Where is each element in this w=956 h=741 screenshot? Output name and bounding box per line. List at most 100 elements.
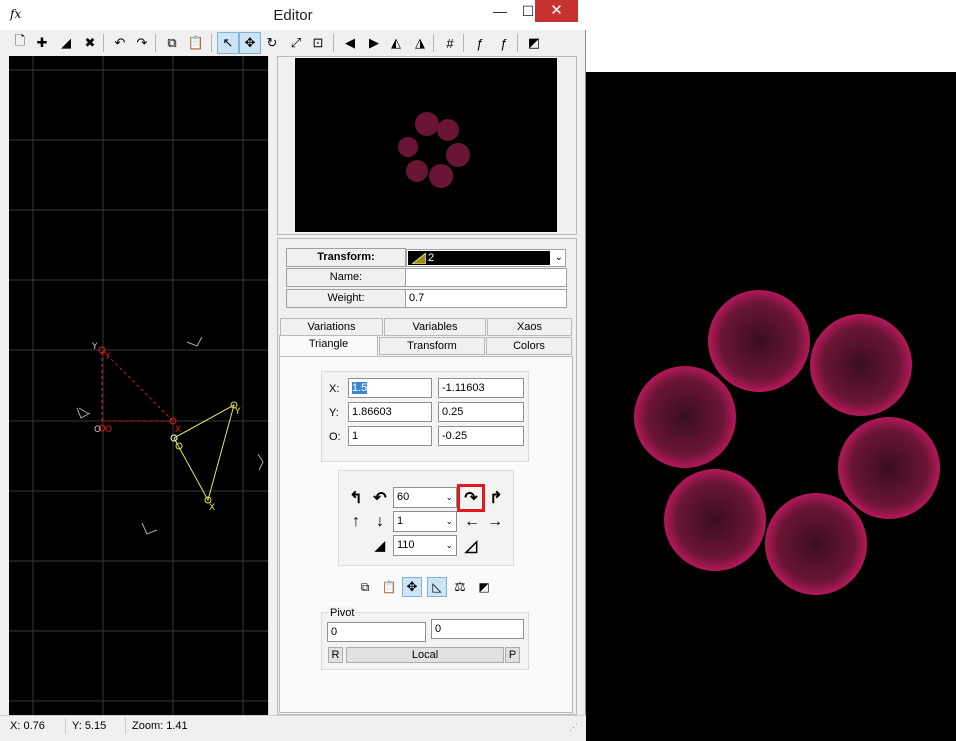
- toolbar-separator: [155, 34, 156, 52]
- triangle-icon: [412, 253, 426, 264]
- transform-select[interactable]: 2 ⌄: [406, 249, 566, 267]
- toolbar-separator: [333, 34, 334, 52]
- rotate-mode-icon[interactable]: ↻: [261, 32, 283, 54]
- flip-right-icon[interactable]: ▶: [363, 32, 385, 54]
- move-left-icon[interactable]: ←: [462, 512, 482, 532]
- transform-triangle-red: [98, 346, 177, 432]
- transform-label: Transform:: [286, 248, 406, 267]
- move-step-select[interactable]: 1 ⌄: [393, 511, 457, 532]
- x-field-b[interactable]: -1.11603: [438, 378, 524, 398]
- toolbar-separator: [517, 34, 518, 52]
- status-zoom: Zoom: 1.41: [132, 720, 188, 732]
- tab-triangle[interactable]: Triangle: [279, 335, 378, 356]
- final-transform-icon[interactable]: ƒ: [469, 32, 491, 54]
- post-transform-icon[interactable]: ◩: [523, 32, 545, 54]
- scale-percent-select[interactable]: 110 ⌄: [393, 535, 457, 556]
- flame-circle: [634, 366, 736, 468]
- toolbar-separator: [211, 34, 212, 52]
- tab-transform[interactable]: Transform: [379, 337, 485, 355]
- weight-field[interactable]: 0.7: [405, 289, 567, 308]
- transform-value: 2: [428, 252, 435, 264]
- paste-icon[interactable]: 📋: [185, 32, 207, 54]
- svg-text:X: X: [209, 503, 215, 513]
- o-label: O:: [329, 431, 341, 443]
- final-transform-enable-icon[interactable]: ƒ: [493, 32, 515, 54]
- scale-mode-icon[interactable]: ⤢: [285, 32, 307, 54]
- x-field-a[interactable]: 1.5: [348, 378, 432, 398]
- name-field[interactable]: [405, 268, 567, 287]
- flip-horizontal-icon[interactable]: ◭: [385, 32, 407, 54]
- status-x: X: 0.76: [8, 718, 66, 734]
- rotate-angle-value: 60: [397, 491, 410, 503]
- pivot-label: Pivot: [328, 607, 357, 619]
- move-mode-icon[interactable]: ✥: [239, 32, 261, 54]
- transform-triangle-yellow: [170, 401, 238, 504]
- pivot-pick-button[interactable]: P: [505, 647, 520, 663]
- close-button[interactable]: ✕: [535, 0, 578, 22]
- post-transform-icon[interactable]: ◩: [474, 577, 494, 597]
- rotate-angle-select[interactable]: 60 ⌄: [393, 487, 457, 508]
- pivot-local-button[interactable]: Local: [346, 647, 504, 663]
- move-right-icon[interactable]: →: [485, 512, 505, 532]
- tab-variables[interactable]: Variables: [384, 318, 486, 336]
- y-field-b[interactable]: 0.25: [438, 402, 524, 422]
- copy-icon[interactable]: ⧉: [161, 32, 183, 54]
- paste-triangle-icon[interactable]: 📋: [379, 577, 399, 597]
- pivot-y-field[interactable]: 0: [431, 619, 524, 639]
- scale-down-icon[interactable]: ◢: [370, 536, 390, 556]
- undo-icon[interactable]: ↶: [109, 32, 131, 54]
- move-up-icon[interactable]: ↑: [346, 512, 366, 532]
- chevron-down-icon: ⌄: [445, 492, 453, 502]
- x-label: X:: [329, 383, 340, 395]
- flip-vertical-icon[interactable]: ◮: [409, 32, 431, 54]
- splitter[interactable]: [268, 56, 276, 715]
- svg-text:Y: Y: [104, 352, 111, 362]
- toolbar-separator: [103, 34, 104, 52]
- triangle-mode-icon[interactable]: ◺: [427, 577, 447, 597]
- new-flame-icon[interactable]: 🗋: [9, 32, 31, 54]
- flame-render-preview: [586, 72, 956, 741]
- svg-text:O: O: [94, 425, 101, 435]
- tab-colors[interactable]: Colors: [486, 337, 572, 355]
- o-field-b[interactable]: -0.25: [438, 426, 524, 446]
- rotate-left-90-icon[interactable]: ↰: [346, 488, 366, 508]
- move-down-icon[interactable]: ↓: [370, 512, 390, 532]
- add-transform-icon[interactable]: ✚: [31, 32, 53, 54]
- flame-preview-thumbnail: [295, 58, 557, 232]
- flame-circle: [765, 493, 867, 595]
- triangle-canvas-svg: Y Y X O O Y X: [9, 56, 268, 715]
- triangle-editor-canvas[interactable]: Y Y X O O Y X: [9, 56, 268, 715]
- status-y: Y: 5.15: [70, 718, 126, 734]
- rotate-right-icon[interactable]: ↷: [457, 484, 485, 512]
- scale-up-icon[interactable]: ◿: [461, 536, 481, 556]
- duplicate-transform-icon[interactable]: ◢: [55, 32, 77, 54]
- resize-grip-icon[interactable]: ⋰: [569, 722, 578, 733]
- pivot-x-field[interactable]: 0: [327, 622, 426, 642]
- rotate-left-icon[interactable]: ↶: [370, 488, 390, 508]
- grid-icon[interactable]: #: [439, 32, 461, 54]
- tab-variations[interactable]: Variations: [280, 318, 383, 336]
- pivot-reset-button[interactable]: R: [328, 647, 343, 663]
- svg-text:Y: Y: [234, 407, 241, 417]
- svg-text:Y: Y: [91, 342, 98, 352]
- o-field-a[interactable]: 1: [348, 426, 432, 446]
- select-mode-icon[interactable]: ↖: [217, 32, 239, 54]
- status-bar: X: 0.76 Y: 5.15 Zoom: 1.41 ⋰: [0, 715, 586, 741]
- tab-xaos[interactable]: Xaos: [487, 318, 572, 336]
- weight-label: Weight:: [286, 289, 406, 308]
- flame-circle: [810, 314, 912, 416]
- chevron-down-icon: ⌄: [445, 516, 453, 526]
- flip-left-icon[interactable]: ◀: [339, 32, 361, 54]
- y-field-a[interactable]: 1.86603: [348, 402, 432, 422]
- pivot-mode-icon[interactable]: ✥: [402, 577, 422, 597]
- chevron-down-icon: ⌄: [554, 252, 563, 263]
- redo-icon[interactable]: ↷: [131, 32, 153, 54]
- flame-circle: [838, 417, 940, 519]
- copy-triangle-icon[interactable]: ⧉: [355, 577, 375, 597]
- balance-scale-icon[interactable]: ⚖: [450, 577, 470, 597]
- delete-transform-icon[interactable]: ✖: [79, 32, 101, 54]
- move-step-value: 1: [397, 515, 404, 527]
- rotate-right-90-icon[interactable]: ↱: [486, 488, 506, 508]
- autozoom-icon[interactable]: ⊡: [307, 32, 329, 54]
- flame-circle: [708, 290, 810, 392]
